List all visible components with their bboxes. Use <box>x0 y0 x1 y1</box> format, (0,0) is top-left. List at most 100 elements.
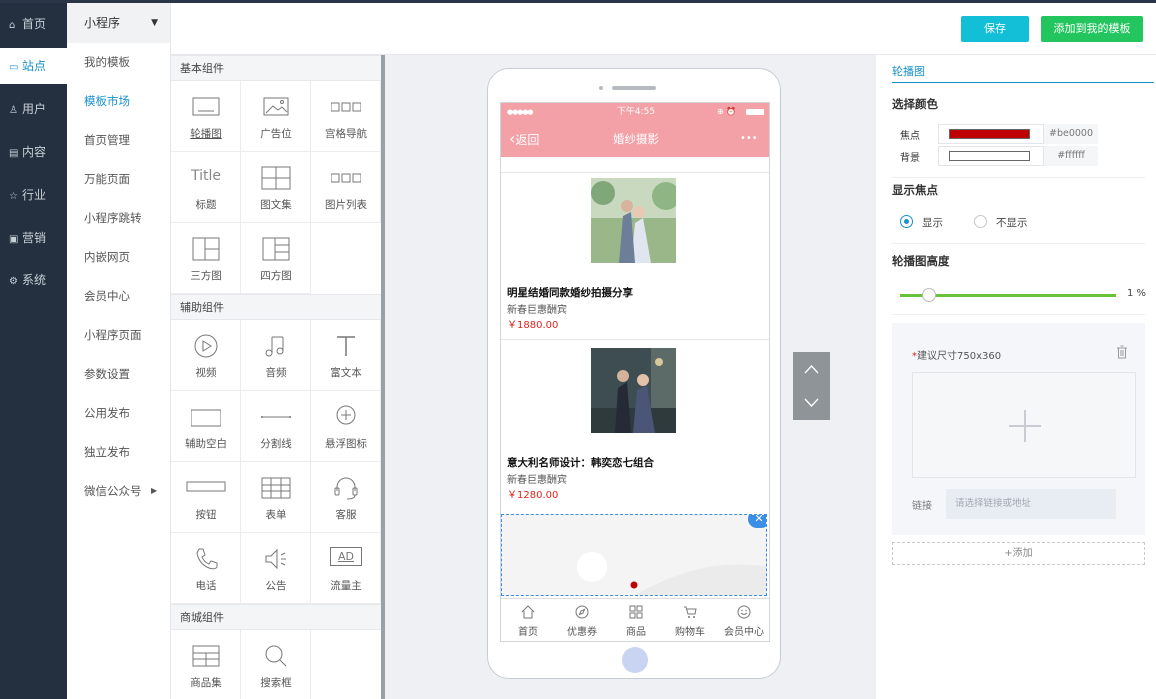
bg-color-picker[interactable] <box>938 146 1044 166</box>
product-photo-2[interactable] <box>591 348 676 433</box>
component-rich-text[interactable]: 富文本 <box>311 320 381 391</box>
focus-color-picker[interactable] <box>938 124 1044 144</box>
carousel-component-selected[interactable]: ✕ <box>501 514 767 596</box>
nav-label: 内容 <box>22 145 47 159</box>
carousel-height-title: 轮播图高度 <box>892 254 950 268</box>
card-icon: ▣ <box>9 234 19 245</box>
section-divider <box>892 177 1145 178</box>
image-icon <box>263 97 289 116</box>
nav-item-home[interactable]: ⌂ 首页 <box>0 6 67 42</box>
image-upload-area[interactable] <box>912 372 1136 478</box>
show-focus-radio-off[interactable] <box>974 215 987 228</box>
submenu-item-member-center[interactable]: 会员中心 <box>84 286 170 306</box>
submenu-item-universal-page[interactable]: 万能页面 <box>84 169 170 189</box>
focus-color-value[interactable]: #be0000 <box>1044 124 1098 144</box>
phone-screen: ●●●●● 下午4:55 ⊕ ⏰ ‹返回 婚纱摄影 ••• 明星结婚同款婚纱拍摄… <box>500 102 770 642</box>
carousel-icon <box>192 97 220 116</box>
phone-tab-cart[interactable]: 购物车 <box>663 599 717 641</box>
plus-icon <box>1009 410 1041 442</box>
home-icon: ⌂ <box>9 20 16 31</box>
component-four-image[interactable]: 四方图 <box>241 223 311 294</box>
component-grid-nav[interactable]: 宫格导航 <box>311 81 381 152</box>
component-button[interactable]: 按钮 <box>171 462 241 533</box>
component-form[interactable]: 表单 <box>241 462 311 533</box>
component-blank-space[interactable]: 辅助空白 <box>171 391 241 462</box>
focus-color-label: 焦点 <box>900 131 920 142</box>
remove-component-close-icon[interactable]: ✕ <box>748 515 766 528</box>
carousel-placeholder-image <box>577 552 766 595</box>
add-carousel-item-button[interactable]: +添加 <box>892 542 1145 565</box>
component-customer-service[interactable]: 客服 <box>311 462 381 533</box>
move-down-chevron-icon[interactable] <box>804 398 819 408</box>
component-audio[interactable]: 音频 <box>241 320 311 391</box>
component-label: 悬浮图标 <box>325 438 367 450</box>
submenu-select[interactable]: 小程序 ▼ <box>67 3 170 43</box>
nav-item-site[interactable]: ▭ 站点 <box>0 48 67 84</box>
component-carousel[interactable]: 轮播图 <box>171 81 241 152</box>
home-icon <box>521 605 535 619</box>
grid-nav-icon <box>331 102 361 112</box>
submenu-item-miniapp-page[interactable]: 小程序页面 <box>84 325 170 345</box>
trash-icon[interactable] <box>1116 345 1128 359</box>
show-focus-radio-on[interactable] <box>900 215 913 228</box>
product-subtitle: 新春巨惠酬宾 <box>507 305 567 316</box>
height-slider-handle[interactable] <box>922 288 936 302</box>
component-ad[interactable]: 广告位 <box>241 81 311 152</box>
component-three-image[interactable]: 三方图 <box>171 223 241 294</box>
submenu-item-public-publish[interactable]: 公用发布 <box>84 403 170 423</box>
more-icon[interactable]: ••• <box>740 121 758 157</box>
submenu-item-miniapp-jump[interactable]: 小程序跳转 <box>84 208 170 228</box>
component-divider[interactable]: 分割线 <box>241 391 311 462</box>
submenu-item-wechat-official[interactable]: 微信公众号 ▶ <box>84 481 170 501</box>
submenu-item-params[interactable]: 参数设置 <box>84 364 170 384</box>
submenu-item-my-template[interactable]: 我的模板 <box>84 52 170 72</box>
component-title[interactable]: Title 标题 <box>171 152 241 223</box>
phone-tab-goods[interactable]: 商品 <box>609 599 663 641</box>
product-photo-1[interactable] <box>591 178 676 263</box>
nav-label: 营销 <box>22 231 47 245</box>
component-label: 商品集 <box>190 677 222 689</box>
product-title: 意大利名师设计：韩奕恋七组合 <box>507 457 654 469</box>
show-focus-title: 显示焦点 <box>892 183 938 197</box>
nav-item-content[interactable]: ▤ 内容 <box>0 134 67 170</box>
component-label: 流量主 <box>330 580 362 592</box>
submenu-label: 微信公众号 <box>84 484 142 498</box>
tab-carousel-settings[interactable]: 轮播图 <box>892 63 1154 83</box>
divider-icon <box>261 416 291 418</box>
add-to-my-template-button[interactable]: 添加到我的模板 <box>1041 16 1143 42</box>
settings-panel: 轮播图 选择颜色 焦点 #be0000 背景 #ffffff 显示焦点 显示 不… <box>876 55 1156 699</box>
component-label: 三方图 <box>190 270 222 282</box>
preview-canvas: ●●●●● 下午4:55 ⊕ ⏰ ‹返回 婚纱摄影 ••• 明星结婚同款婚纱拍摄… <box>385 55 875 699</box>
component-phone[interactable]: 电话 <box>171 533 241 604</box>
nav-item-user[interactable]: ♙ 用户 <box>0 91 67 127</box>
component-image-list[interactable]: 图片列表 <box>311 152 381 223</box>
image-list-icon <box>331 173 361 183</box>
nav-item-marketing[interactable]: ▣ 营销 <box>0 220 67 256</box>
bg-color-value[interactable]: #ffffff <box>1044 146 1098 166</box>
article-set-icon <box>261 166 291 190</box>
component-article-set[interactable]: 图文集 <box>241 152 311 223</box>
color-section-title: 选择颜色 <box>892 97 938 111</box>
component-product-set[interactable]: 商品集 <box>171 630 241 699</box>
component-float-icon[interactable]: 悬浮图标 <box>311 391 381 462</box>
save-button[interactable]: 保存 <box>961 16 1029 42</box>
component-traffic-master[interactable]: AD 流量主 <box>311 533 381 604</box>
phone-tab-member[interactable]: 会员中心 <box>717 599 769 641</box>
submenu-item-template-market[interactable]: 模板市场 <box>84 91 170 111</box>
submenu-item-embedded-web[interactable]: 内嵌网页 <box>84 247 170 267</box>
submenu-item-home-manage[interactable]: 首页管理 <box>84 130 170 150</box>
link-input[interactable]: 请选择链接或地址 <box>946 489 1116 519</box>
component-notice[interactable]: 公告 <box>241 533 311 604</box>
nav-item-system[interactable]: ⚙ 系统 <box>0 262 67 298</box>
title-glyph-icon: Title <box>190 168 221 184</box>
component-search-box[interactable]: 搜索框 <box>241 630 311 699</box>
submenu-item-standalone-publish[interactable]: 独立发布 <box>84 442 170 462</box>
move-up-chevron-icon[interactable] <box>804 364 819 374</box>
phone-tab-coupon[interactable]: 优惠券 <box>555 599 609 641</box>
nav-item-industry[interactable]: ☆ 行业 <box>0 177 67 213</box>
monitor-icon: ▭ <box>9 62 19 73</box>
phone-tab-home[interactable]: 首页 <box>501 599 555 641</box>
component-video[interactable]: 视频 <box>171 320 241 391</box>
text-t-icon <box>337 336 355 356</box>
phone-icon <box>196 548 218 570</box>
